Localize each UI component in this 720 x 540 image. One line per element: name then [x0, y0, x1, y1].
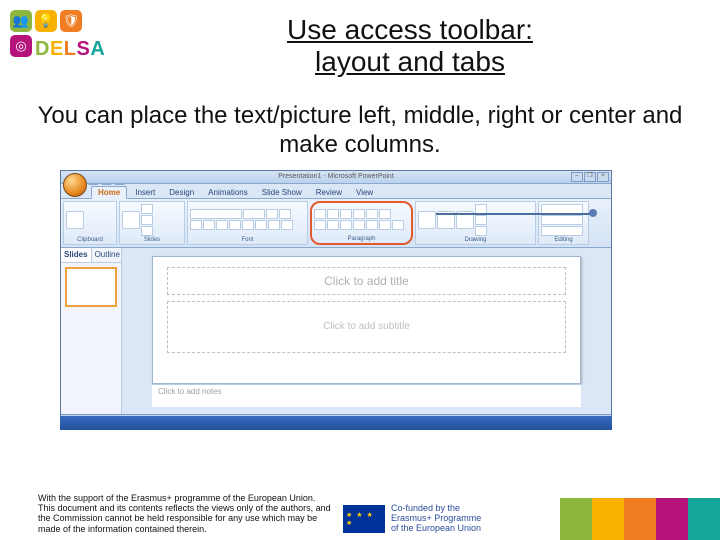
- shapes-icon[interactable]: [418, 211, 436, 229]
- subtitle-placeholder[interactable]: Click to add subtitle: [167, 301, 566, 353]
- delsa-wordmark: DELSA: [35, 38, 105, 61]
- corner-pink-icon: [656, 498, 688, 540]
- font-color-icon[interactable]: [281, 220, 293, 230]
- slide-thumbnail-1[interactable]: [65, 267, 117, 307]
- align-right-icon[interactable]: [340, 220, 352, 230]
- corner-logos: [560, 498, 720, 540]
- notes-pane[interactable]: Click to add notes: [152, 384, 581, 407]
- window-title-text: Presentation1 - Microsoft PowerPoint: [278, 173, 394, 180]
- select-button[interactable]: [541, 226, 583, 236]
- tab-design[interactable]: Design: [163, 187, 200, 198]
- group-font: Font: [190, 237, 305, 243]
- shape-effects-button[interactable]: [475, 226, 487, 236]
- window-titlebar: Presentation1 - Microsoft PowerPoint – ❐…: [61, 171, 611, 184]
- paragraph-group-highlight: Paragraph: [310, 201, 413, 245]
- slides-panel: Slides Outline: [61, 248, 122, 430]
- align-text-icon[interactable]: [379, 220, 391, 230]
- maximize-button[interactable]: ❐: [584, 172, 596, 182]
- callout-dot-icon: [589, 209, 597, 217]
- layout-button[interactable]: [141, 204, 153, 214]
- tab-review[interactable]: Review: [310, 187, 348, 198]
- font-size-select[interactable]: [243, 209, 265, 219]
- indent-inc-icon[interactable]: [353, 209, 365, 219]
- corner-orange-icon: [624, 498, 656, 540]
- shield-icon-tile: 🛡: [60, 10, 82, 32]
- line-spacing-icon[interactable]: [366, 209, 378, 219]
- paste-icon[interactable]: [66, 211, 84, 229]
- corner-teal-icon: [688, 498, 720, 540]
- delete-button[interactable]: [141, 226, 153, 236]
- body-text: You can place the text/picture left, mid…: [30, 102, 690, 160]
- corner-green-icon: [560, 498, 592, 540]
- disclaimer-text: With the support of the Erasmus+ program…: [38, 493, 333, 534]
- font-select[interactable]: [190, 209, 242, 219]
- panel-tab-outline[interactable]: Outline: [92, 248, 123, 262]
- tab-slide-show[interactable]: Slide Show: [256, 187, 308, 198]
- tab-insert[interactable]: Insert: [129, 187, 161, 198]
- strike-icon[interactable]: [229, 220, 241, 230]
- eu-cofunded-badge: ★ ★ ★ ★ Co-funded by the Erasmus+ Progra…: [343, 504, 481, 534]
- text-direction-icon[interactable]: [379, 209, 391, 219]
- editor-slide[interactable]: Click to add title Click to add subtitle: [152, 256, 581, 384]
- numbering-icon[interactable]: [327, 209, 339, 219]
- bold-icon[interactable]: [190, 220, 202, 230]
- header: 👥 💡 🛡 ◎ DELSA Use access toolbar: layout…: [0, 0, 720, 78]
- minimize-button[interactable]: –: [571, 172, 583, 182]
- new-slide-icon[interactable]: [122, 211, 140, 229]
- group-paragraph: Paragraph: [314, 236, 409, 242]
- reset-button[interactable]: [141, 215, 153, 225]
- group-drawing: Drawing: [418, 237, 533, 243]
- eu-line3: of the European Union: [391, 523, 481, 533]
- group-clipboard: Clipboard: [66, 237, 114, 243]
- shadow-icon[interactable]: [242, 220, 254, 230]
- delsa-logo: 👥 💡 🛡 ◎ DELSA: [10, 10, 170, 61]
- tab-home[interactable]: Home: [91, 186, 127, 199]
- slide: 👥 💡 🛡 ◎ DELSA Use access toolbar: layout…: [0, 0, 720, 540]
- justify-icon[interactable]: [353, 220, 365, 230]
- content-area: Slides Outline Click to add title Click …: [61, 248, 611, 430]
- columns-icon[interactable]: [366, 220, 378, 230]
- replace-button[interactable]: [541, 215, 583, 225]
- spacing-icon[interactable]: [255, 220, 267, 230]
- italic-icon[interactable]: [203, 220, 215, 230]
- tab-view[interactable]: View: [350, 187, 379, 198]
- close-button[interactable]: ×: [597, 172, 609, 182]
- slide-editor: Click to add title Click to add subtitle…: [122, 248, 611, 430]
- corner-yellow-icon: [592, 498, 624, 540]
- callout-line: [436, 213, 591, 215]
- group-slides: Slides: [122, 237, 182, 243]
- badge-icon-tile: ◎: [10, 35, 32, 57]
- slide-title-line1: Use access toolbar:: [287, 14, 533, 45]
- smartart-icon[interactable]: [392, 220, 404, 230]
- eu-line1: Co-funded by the: [391, 503, 460, 513]
- panel-tab-slides[interactable]: Slides: [61, 248, 92, 262]
- shape-outline-button[interactable]: [475, 215, 487, 225]
- bullets-icon[interactable]: [314, 209, 326, 219]
- eu-line2: Erasmus+ Programme: [391, 513, 481, 523]
- bulb-icon-tile: 💡: [35, 10, 57, 32]
- group-editing: Editing: [541, 237, 586, 243]
- ribbon-tabs: Home Insert Design Animations Slide Show…: [61, 184, 611, 199]
- underline-icon[interactable]: [216, 220, 228, 230]
- case-icon[interactable]: [268, 220, 280, 230]
- title-placeholder[interactable]: Click to add title: [167, 267, 566, 295]
- office-button-icon[interactable]: [63, 173, 87, 197]
- indent-dec-icon[interactable]: [340, 209, 352, 219]
- slide-title-line2: layout and tabs: [315, 46, 505, 77]
- tab-animations[interactable]: Animations: [202, 187, 254, 198]
- eu-flag-icon: ★ ★ ★ ★: [343, 505, 385, 533]
- slide-title: Use access toolbar: layout and tabs: [170, 10, 720, 78]
- grow-font-icon[interactable]: [266, 209, 278, 219]
- ribbon: Clipboard Slides: [61, 199, 611, 248]
- powerpoint-window: Presentation1 - Microsoft PowerPoint – ❐…: [60, 170, 612, 430]
- people-icon-tile: 👥: [10, 10, 32, 32]
- align-left-icon[interactable]: [314, 220, 326, 230]
- shrink-font-icon[interactable]: [279, 209, 291, 219]
- align-center-icon[interactable]: [327, 220, 339, 230]
- windows-taskbar: [60, 416, 612, 430]
